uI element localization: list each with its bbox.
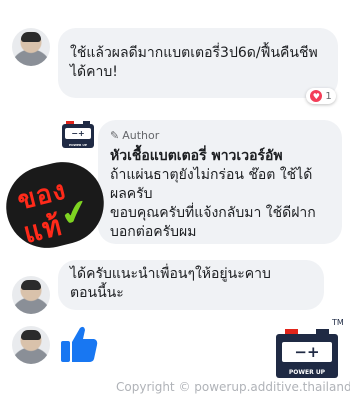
heart-icon: ♥ — [310, 90, 323, 102]
author-badge: ✎ Author — [110, 126, 330, 145]
brand-logo: −+ POWER UP — [276, 329, 338, 378]
comment-text-line: ถ้าแผ่นธาตุยังไม่กร่อน ช๊อต ใช้ได้ — [110, 167, 313, 183]
comment-bubble: ใช้แล้วผลดีมากแบตเตอรี่3ป6ด/ฟื้นคืนชีพ ไ… — [58, 28, 338, 98]
author-name[interactable]: หัวเชื้อแบตเตอรี่ พาวเวอร์อัพ — [110, 147, 330, 166]
trademark-mark: TM — [332, 318, 344, 327]
author-avatar-logo[interactable]: −+ POWER UP — [62, 121, 94, 148]
pen-icon: ✎ — [110, 129, 120, 142]
copyright-watermark: Copyright © powerup.additive.thailand — [116, 380, 350, 394]
commenter-avatar[interactable] — [12, 276, 50, 314]
thumbs-up-icon — [61, 326, 98, 362]
genuine-badge: ของ แท้ ✔ — [0, 153, 113, 257]
author-reply-bubble: ✎ Author หัวเชื้อแบตเตอรี่ พาวเวอร์อัพ ถ… — [98, 120, 342, 244]
comment-text-line: ผลครับ — [110, 186, 153, 202]
comment-text-line: บอกต่อครับผม — [110, 224, 197, 240]
commenter-avatar[interactable] — [12, 28, 50, 66]
reaction-count[interactable]: ♥ 1 — [306, 88, 336, 104]
comment-text-line: ได้คาบ! — [70, 64, 118, 80]
comment-bubble: ได้ครับแนะนำเพื่อนๆให้อยู่นะคาบ ตอนนี้นะ — [58, 260, 324, 310]
comment-text-line: ได้ครับแนะนำเพื่อนๆให้อยู่นะคาบ — [70, 266, 271, 282]
comment-text-line: ขอบคุณครับที่แจ้งกลับมา ใช้ดีฝาก — [110, 205, 316, 221]
comment-text-line: ใช้แล้วผลดีมากแบตเตอรี่3ป6ด/ฟื้นคืนชีพ — [70, 45, 318, 61]
comment-text-line: ตอนนี้นะ — [70, 285, 124, 301]
commenter-avatar[interactable] — [12, 326, 50, 364]
